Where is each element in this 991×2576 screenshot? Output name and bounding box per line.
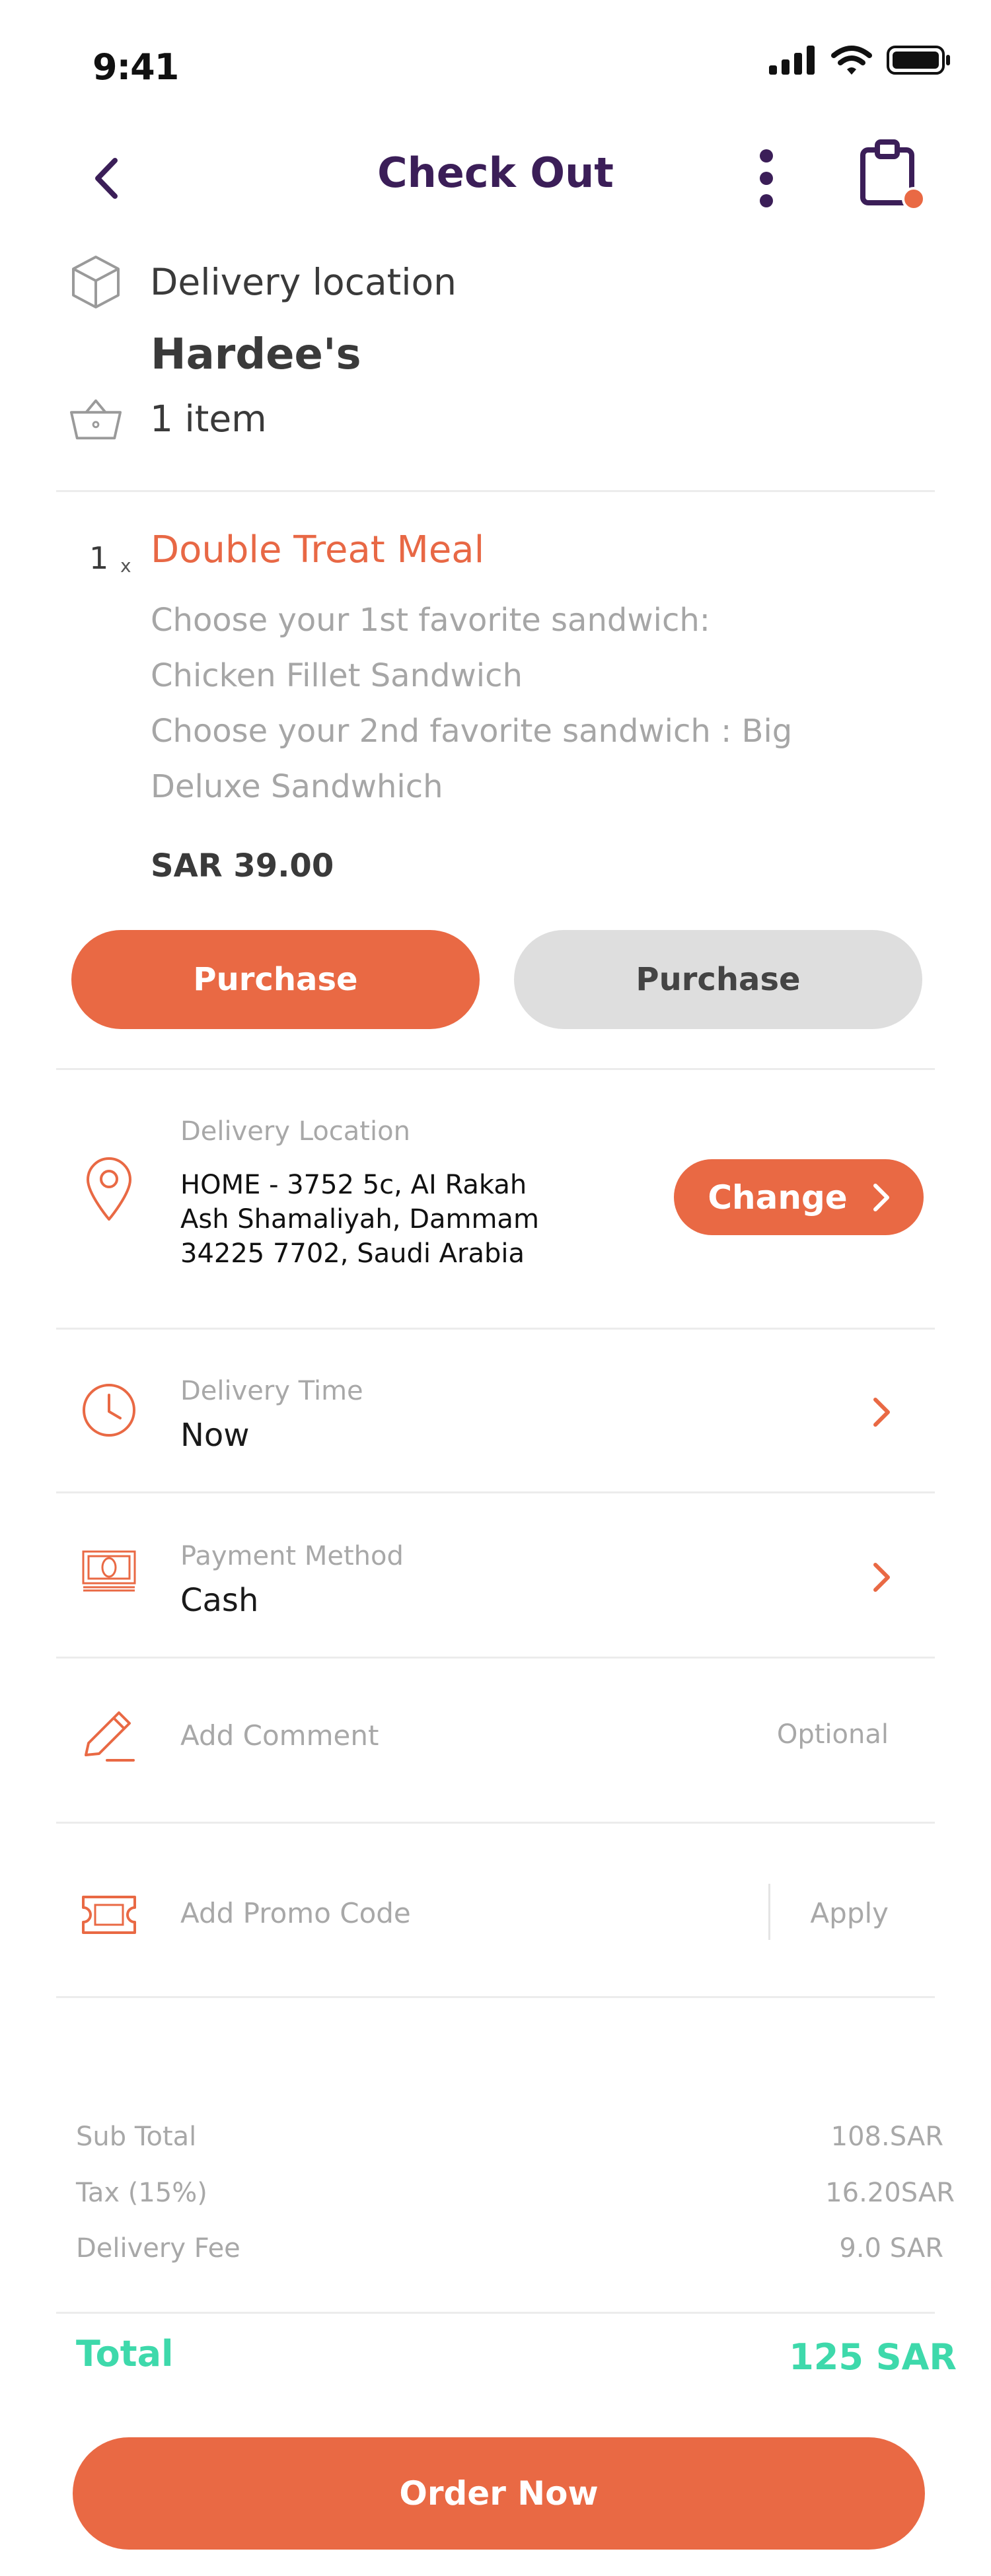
sub-total-label: Sub Total xyxy=(76,2122,197,2152)
divider xyxy=(56,1068,935,1070)
chevron-right-icon xyxy=(873,1563,890,1592)
divider xyxy=(56,2312,935,2314)
divider xyxy=(56,1822,935,1824)
divider xyxy=(56,490,935,492)
apply-promo-button[interactable]: Apply xyxy=(810,1897,889,1929)
chevron-right-icon xyxy=(873,1398,890,1427)
chevron-left-icon xyxy=(95,158,118,199)
change-location-label: Change xyxy=(708,1178,848,1217)
item-quantity-multiplier: x xyxy=(120,555,131,577)
item-option-line: Chicken Fillet Sandwich xyxy=(151,657,523,694)
cart-button[interactable] xyxy=(852,135,932,215)
wifi-icon xyxy=(831,46,872,75)
item-count-row: 1 item xyxy=(69,396,267,441)
pencil-icon xyxy=(76,1707,142,1764)
back-button[interactable] xyxy=(79,149,132,208)
address-line: Ash Shamaliyah, Dammam xyxy=(180,1204,539,1234)
map-pin-icon xyxy=(76,1156,142,1222)
item-options: Choose your 1st favorite sandwich: Chick… xyxy=(151,592,851,814)
order-now-button[interactable]: Order Now xyxy=(73,2437,925,2550)
delivery-time-value: Now xyxy=(180,1417,250,1454)
ticket-icon xyxy=(76,1894,142,1935)
item-option-line: Choose your 2nd favorite sandwich : Big xyxy=(151,713,793,750)
item-price: SAR 39.00 xyxy=(151,847,334,884)
address-line: 34225 7702, Saudi Arabia xyxy=(180,1238,525,1269)
tax-label: Tax (15%) xyxy=(76,2178,207,2208)
delivery-location-row: Delivery location xyxy=(69,254,457,310)
address-line: HOME - 3752 5c, AI Rakah xyxy=(180,1170,527,1200)
more-options-button[interactable] xyxy=(740,145,793,211)
battery-icon xyxy=(887,46,950,75)
cellular-signal-icon xyxy=(769,46,815,75)
total-label: Total xyxy=(76,2333,174,2375)
box-icon xyxy=(69,254,122,310)
payment-method-value: Cash xyxy=(180,1582,259,1619)
delivery-location-title: Delivery Location xyxy=(180,1116,410,1147)
delivery-fee-value: 9.0 SAR xyxy=(839,2233,943,2264)
total-value: 125 SAR xyxy=(789,2336,957,2378)
shopping-bag-icon xyxy=(860,139,926,211)
delivery-address: HOME - 3752 5c, AI Rakah Ash Shamaliyah,… xyxy=(180,1168,539,1271)
page-title: Check Out xyxy=(377,149,614,197)
delivery-time-chevron[interactable] xyxy=(862,1392,902,1432)
sub-total-value: 108.SAR xyxy=(830,2122,943,2152)
purchase-button-primary[interactable]: Purchase xyxy=(71,930,480,1029)
add-comment-input[interactable]: Add Comment xyxy=(180,1719,379,1752)
tax-value: 16.20SAR xyxy=(825,2178,955,2208)
item-name: Double Treat Meal xyxy=(151,528,485,571)
store-name: Hardee's xyxy=(151,330,361,379)
delivery-fee-label: Delivery Fee xyxy=(76,2233,240,2264)
purchase-button-secondary[interactable]: Purchase xyxy=(514,930,922,1029)
basket-icon xyxy=(69,396,122,441)
delivery-time-label: Delivery Time xyxy=(180,1376,363,1406)
change-location-button[interactable]: Change xyxy=(674,1159,924,1235)
clock-icon xyxy=(76,1382,142,1439)
promo-separator xyxy=(768,1884,770,1940)
item-option-line: Choose your 1st favorite sandwich: xyxy=(151,602,710,639)
status-icons xyxy=(769,45,951,75)
chevron-right-icon xyxy=(873,1183,889,1211)
more-vertical-icon xyxy=(760,149,773,207)
item-quantity: 1 xyxy=(89,540,109,576)
item-count: 1 item xyxy=(150,398,267,440)
divider xyxy=(56,1657,935,1659)
divider xyxy=(56,1328,935,1330)
item-option-line: Deluxe Sandwhich xyxy=(151,768,443,805)
payment-method-chevron[interactable] xyxy=(862,1557,902,1597)
divider xyxy=(56,1996,935,1998)
delivery-location-label: Delivery location xyxy=(150,261,457,303)
comment-optional-hint: Optional xyxy=(776,1719,889,1750)
promo-code-input[interactable]: Add Promo Code xyxy=(180,1897,411,1929)
cash-icon xyxy=(76,1549,142,1592)
payment-method-label: Payment Method xyxy=(180,1541,404,1571)
divider xyxy=(56,1491,935,1493)
status-time: 9:41 xyxy=(92,46,179,88)
